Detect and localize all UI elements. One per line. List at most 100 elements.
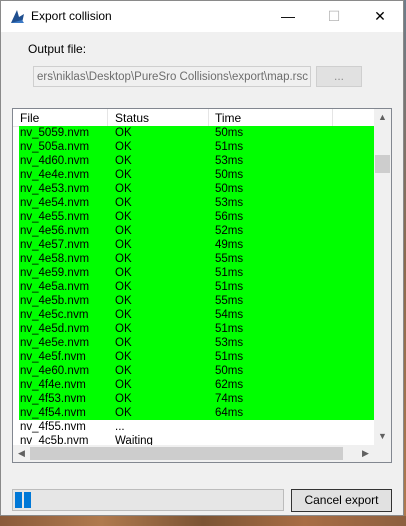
cell-time: 53ms <box>215 155 244 167</box>
table-row[interactable]: nv_4e60.nvm OK 50ms <box>19 364 374 378</box>
cell-file: nv_4e4e.nvm <box>20 169 90 181</box>
table-row[interactable]: nv_4e5b.nvm OK 55ms <box>19 294 374 308</box>
cell-status: OK <box>115 393 132 405</box>
cell-time: 50ms <box>215 127 244 139</box>
app-icon <box>11 10 24 23</box>
browse-button[interactable]: ... <box>316 66 362 87</box>
cell-time: 50ms <box>215 169 244 181</box>
title-bar[interactable]: Export collision — ☐ ✕ <box>1 1 403 32</box>
progress-fill-block <box>24 492 31 508</box>
table-row[interactable]: nv_4e57.nvm OK 49ms <box>19 238 374 252</box>
cell-status: ... <box>115 421 125 433</box>
cell-file: nv_4e5a.nvm <box>20 281 90 293</box>
cell-status: OK <box>115 337 132 349</box>
cell-time: 51ms <box>215 141 244 153</box>
table-row[interactable]: nv_4d60.nvm OK 53ms <box>19 154 374 168</box>
table-row[interactable]: nv_4e56.nvm OK 52ms <box>19 224 374 238</box>
cell-status: OK <box>115 295 132 307</box>
list-header: File Status Time <box>13 109 374 127</box>
cell-file: nv_4e53.nvm <box>20 183 90 195</box>
cell-status: OK <box>115 127 132 139</box>
cell-time: 54ms <box>215 309 244 321</box>
cell-file: nv_5059.nvm <box>20 127 90 139</box>
cell-file: nv_4f4e.nvm <box>20 379 86 391</box>
scrollbar-corner <box>374 445 391 462</box>
table-row[interactable]: nv_4e53.nvm OK 50ms <box>19 182 374 196</box>
cell-status: OK <box>115 267 132 279</box>
column-header-status[interactable]: Status <box>115 111 149 126</box>
table-row[interactable]: nv_4e4e.nvm OK 50ms <box>19 168 374 182</box>
cell-status: OK <box>115 225 132 237</box>
file-list-view[interactable]: File Status Time nv_5059.nvm OK 50ms nv_505… <box>12 108 392 463</box>
minimize-button[interactable]: — <box>265 1 311 32</box>
cell-file: nv_4e59.nvm <box>20 267 90 279</box>
cell-status: OK <box>115 155 132 167</box>
desktop-background-strip <box>0 516 406 526</box>
cell-status: OK <box>115 211 132 223</box>
cell-file: nv_505a.nvm <box>20 141 90 153</box>
table-row[interactable]: nv_4e54.nvm OK 53ms <box>19 196 374 210</box>
column-header-time[interactable]: Time <box>215 111 241 126</box>
cell-time: 51ms <box>215 323 244 335</box>
table-row[interactable]: nv_4e55.nvm OK 56ms <box>19 210 374 224</box>
cell-status: OK <box>115 323 132 335</box>
maximize-button[interactable]: ☐ <box>311 1 357 32</box>
export-collision-dialog: Export collision — ☐ ✕ Output file: ers\… <box>0 0 404 516</box>
table-row[interactable]: nv_4e5a.nvm OK 51ms <box>19 280 374 294</box>
cell-time: 56ms <box>215 211 244 223</box>
vertical-scrollbar[interactable]: ▲ ▼ <box>374 109 391 445</box>
horizontal-scroll-thumb[interactable] <box>30 447 343 460</box>
cell-file: nv_4e5b.nvm <box>20 295 90 307</box>
table-row[interactable]: nv_4e5f.nvm OK 51ms <box>19 350 374 364</box>
scroll-down-arrow-icon[interactable]: ▼ <box>374 428 391 445</box>
cell-status: OK <box>115 407 132 419</box>
table-row[interactable]: nv_4f4e.nvm OK 62ms <box>19 378 374 392</box>
cell-file: nv_4e56.nvm <box>20 225 90 237</box>
horizontal-scrollbar[interactable]: ◀ ▶ <box>13 445 374 462</box>
cell-file: nv_4d60.nvm <box>20 155 90 167</box>
table-row[interactable]: nv_4e5d.nvm OK 51ms <box>19 322 374 336</box>
table-row[interactable]: nv_505a.nvm OK 51ms <box>19 140 374 154</box>
column-divider[interactable] <box>107 109 108 126</box>
cell-status: OK <box>115 169 132 181</box>
cell-time: 50ms <box>215 183 244 195</box>
scroll-right-arrow-icon[interactable]: ▶ <box>357 445 374 462</box>
cell-file: nv_4e5f.nvm <box>20 351 86 363</box>
cell-time: 62ms <box>215 379 244 391</box>
table-row[interactable]: nv_4e5e.nvm OK 53ms <box>19 336 374 350</box>
cell-file: nv_4e5d.nvm <box>20 323 90 335</box>
cell-time: 64ms <box>215 407 244 419</box>
table-row[interactable]: nv_4e59.nvm OK 51ms <box>19 266 374 280</box>
cell-time: 51ms <box>215 351 244 363</box>
output-file-path-field[interactable]: ers\niklas\Desktop\PureSro Collisions\ex… <box>33 66 311 87</box>
cell-time: 55ms <box>215 253 244 265</box>
cell-time: 51ms <box>215 267 244 279</box>
vertical-scroll-thumb[interactable] <box>375 155 390 173</box>
scroll-left-arrow-icon[interactable]: ◀ <box>13 445 30 462</box>
cancel-export-button[interactable]: Cancel export <box>291 489 392 512</box>
column-header-file[interactable]: File <box>20 111 39 126</box>
cell-status: OK <box>115 309 132 321</box>
cell-time: 55ms <box>215 295 244 307</box>
cell-file: nv_4e5e.nvm <box>20 337 90 349</box>
table-row[interactable]: nv_4f53.nvm OK 74ms <box>19 392 374 406</box>
close-button[interactable]: ✕ <box>357 1 403 32</box>
table-row[interactable]: nv_4e58.nvm OK 55ms <box>19 252 374 266</box>
cell-file: nv_4e60.nvm <box>20 365 90 377</box>
column-divider[interactable] <box>332 109 333 126</box>
column-divider[interactable] <box>208 109 209 126</box>
cell-time: 50ms <box>215 365 244 377</box>
table-row[interactable]: nv_4e5c.nvm OK 54ms <box>19 308 374 322</box>
table-row[interactable]: nv_4f55.nvm... <box>13 420 374 434</box>
progress-fill-block <box>15 492 22 508</box>
cell-status: OK <box>115 141 132 153</box>
cell-file: nv_4f55.nvm <box>20 421 86 433</box>
cell-status: OK <box>115 351 132 363</box>
table-row[interactable]: nv_5059.nvm OK 50ms <box>19 126 374 140</box>
scroll-up-arrow-icon[interactable]: ▲ <box>374 109 391 126</box>
cell-time: 74ms <box>215 393 244 405</box>
cell-status: OK <box>115 183 132 195</box>
table-row[interactable]: nv_4f54.nvm OK 64ms <box>19 406 374 420</box>
cell-time: 52ms <box>215 225 244 237</box>
cell-file: nv_4f54.nvm <box>20 407 86 419</box>
